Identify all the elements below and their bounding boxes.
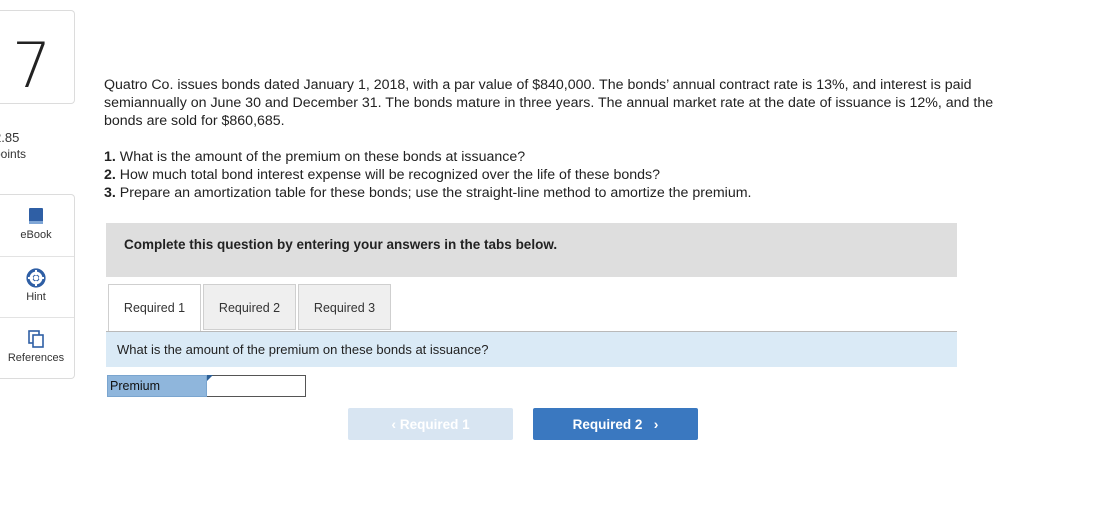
references-label: References [7, 352, 65, 364]
instruction-banner: Complete this question by entering your … [106, 223, 957, 277]
question-prompt: What is the amount of the premium on the… [106, 332, 957, 367]
next-button[interactable]: Required 2 › [533, 408, 698, 440]
ebook-label: eBook [20, 229, 52, 241]
question-number: 7 [12, 29, 52, 102]
question-number-box: 7 [0, 10, 75, 104]
question-number-3: 3. [104, 185, 116, 201]
prev-button[interactable]: ‹ Required 1 [348, 408, 513, 440]
points-label: points [0, 147, 27, 161]
question-list: 1. What is the amount of the premium on … [104, 148, 1034, 202]
hint-label: Hint [26, 291, 46, 303]
hint-button[interactable]: Hint [0, 256, 74, 318]
problem-text: Quatro Co. issues bonds dated January 1,… [104, 77, 994, 129]
points-value: 2.85 [0, 130, 20, 145]
references-button[interactable]: References [0, 317, 74, 379]
chevron-right-icon: › [653, 416, 659, 432]
question-number-1: 1. [104, 149, 116, 165]
premium-label: Premium [107, 375, 207, 397]
next-button-label: Required 2 [572, 417, 643, 432]
question-number-2: 2. [104, 167, 116, 183]
question-text-2: How much total bond interest expense wil… [119, 167, 661, 183]
copy-icon [28, 330, 44, 348]
question-text-1: What is the amount of the premium on the… [119, 149, 526, 165]
resource-rail: eBook Hint References [0, 194, 75, 379]
question-item: 3. Prepare an amortization table for the… [104, 184, 1034, 202]
prev-button-label: Required 1 [399, 417, 470, 432]
points-display: 2.85 points [0, 130, 26, 162]
tab-required-3[interactable]: Required 3 [298, 284, 391, 330]
question-item: 1. What is the amount of the premium on … [104, 148, 1034, 166]
question-item: 2. How much total bond interest expense … [104, 166, 1034, 184]
question-text-3: Prepare an amortization table for these … [119, 185, 752, 201]
lifebuoy-icon [26, 268, 46, 288]
ebook-button[interactable]: eBook [0, 195, 74, 256]
chevron-left-icon: ‹ [391, 416, 397, 432]
tab-required-2[interactable]: Required 2 [203, 284, 296, 330]
tab-required-1[interactable]: Required 1 [108, 284, 201, 332]
premium-input[interactable] [207, 375, 306, 397]
input-corner-marker [207, 375, 213, 381]
book-icon [29, 208, 43, 224]
